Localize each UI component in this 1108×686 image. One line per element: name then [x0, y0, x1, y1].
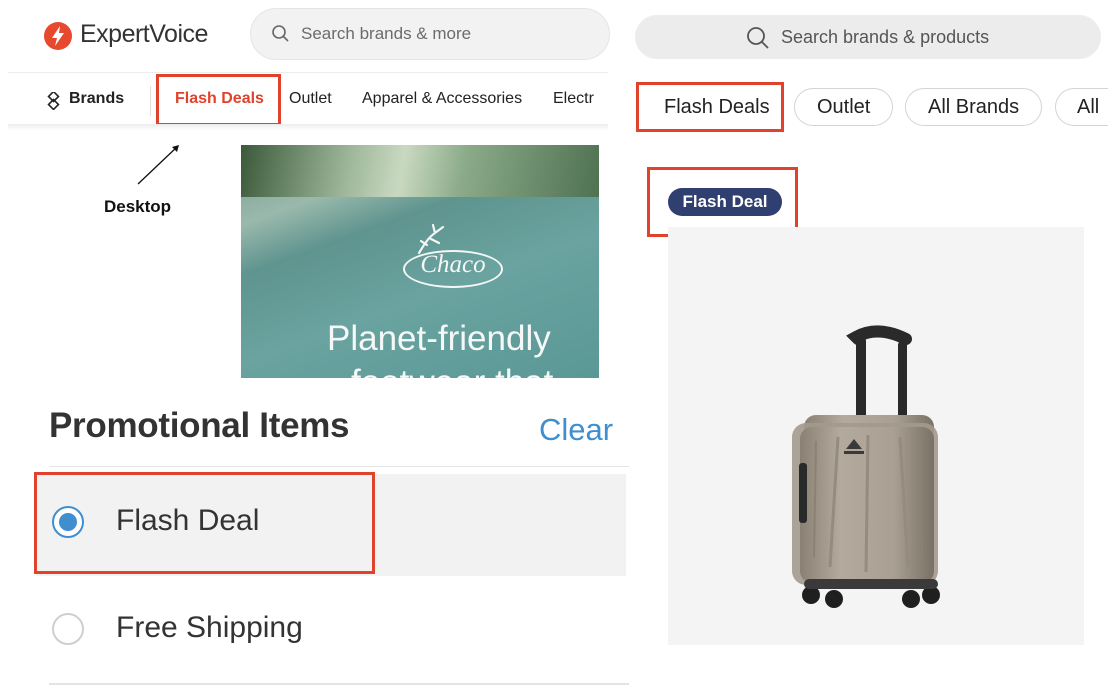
- suitcase-icon: [792, 325, 940, 608]
- promo-headline: Planet-friendly: [327, 319, 551, 358]
- desktop-annotation-label: Desktop: [104, 197, 172, 216]
- promo-banner[interactable]: Chaco Planet-friendly footwear that: [241, 145, 599, 378]
- mobile-search-input[interactable]: Search brands & products: [635, 15, 1101, 59]
- nav-brands[interactable]: Brands: [69, 90, 124, 108]
- chaco-logo: Chaco: [420, 251, 486, 278]
- search-placeholder: Search brands & more: [301, 24, 472, 43]
- promo-subline: footwear that: [351, 363, 553, 378]
- expertvoice-logo-icon[interactable]: [44, 22, 72, 50]
- header-divider: [8, 72, 608, 73]
- free-shipping-label[interactable]: Free Shipping: [116, 611, 303, 645]
- nav-divider: [150, 86, 151, 116]
- clear-link[interactable]: Clear: [539, 412, 613, 448]
- free-shipping-radio[interactable]: [52, 613, 84, 645]
- filter-bottom-divider: [49, 683, 629, 685]
- chip-flash-deals-highlight: [636, 82, 784, 132]
- search-icon: [747, 27, 769, 49]
- flash-deal-highlight: [34, 472, 375, 574]
- filter-divider: [49, 466, 629, 467]
- search-input[interactable]: Search brands & more: [250, 8, 610, 60]
- nav-apparel[interactable]: Apparel & Accessories: [362, 90, 522, 108]
- mobile-search-placeholder: Search brands & products: [781, 27, 990, 47]
- filter-title: Promotional Items: [49, 406, 350, 445]
- search-icon: [272, 25, 289, 42]
- nav-outlet[interactable]: Outlet: [289, 90, 332, 108]
- brands-icon: [47, 92, 60, 110]
- chip-outlet[interactable]: Outlet: [794, 88, 894, 126]
- annotation-arrow: [137, 145, 179, 185]
- chip-all[interactable]: All: [1055, 88, 1108, 126]
- product-image[interactable]: [668, 227, 1084, 645]
- nav-shadow: [8, 124, 608, 130]
- brand-name[interactable]: ExpertVoice: [80, 20, 208, 49]
- promo-landscape: [241, 145, 599, 197]
- chip-all-brands[interactable]: All Brands: [905, 88, 1043, 126]
- nav-electronics[interactable]: Electr: [553, 90, 599, 108]
- flash-deals-highlight: [156, 74, 281, 126]
